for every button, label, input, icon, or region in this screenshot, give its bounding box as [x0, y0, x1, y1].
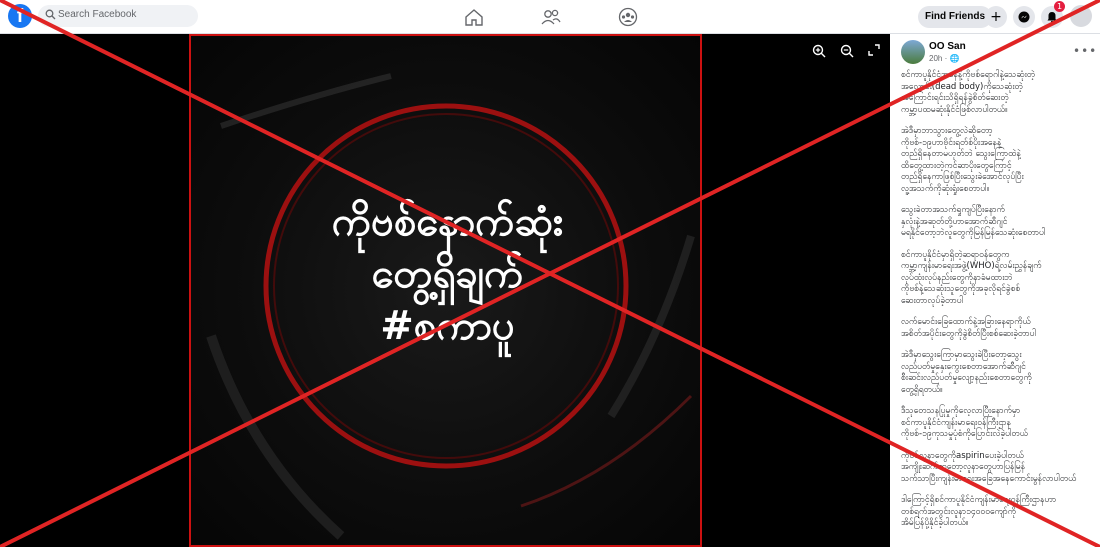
post-image[interactable]: ကိုဗစ်နောက်ဆုံး တွေ့ရှိချက် #စကာပူ — [189, 34, 702, 547]
post-sidebar: OO San 20h · 🌐 ••• စင်ကာပူနိုင်ငံအနေနဲ့က… — [890, 34, 1100, 547]
post-paragraph: စင်ကာပူနိုင်ငံမှာရှိတဲ့ဆရာဝန်တွေက ကမ္ဘာ့… — [901, 249, 1042, 306]
zoom-in-icon[interactable] — [812, 44, 826, 58]
home-icon[interactable] — [462, 6, 486, 28]
search-icon — [45, 9, 56, 20]
top-navigation-bar: f Search Facebook Find Friends + 1 — [0, 0, 1100, 34]
find-friends-button[interactable]: Find Friends — [918, 6, 992, 28]
post-text: စင်ကာပူနိုင်ငံအနေနဲ့ကိုဗစ်ရောဂါနဲ့သေဆုံး… — [901, 70, 1096, 540]
bell-icon — [1047, 12, 1057, 23]
author-name[interactable]: OO San — [929, 41, 966, 52]
post-timestamp[interactable]: 20h · 🌐 — [929, 54, 959, 63]
account-avatar[interactable] — [1070, 5, 1092, 27]
notification-count-badge: 1 — [1054, 1, 1065, 12]
image-headline: ကိုဗစ်နောက်ဆုံး တွေ့ရှိချက် #စကာပူ — [191, 196, 700, 352]
post-paragraph: စင်ကာပူနိုင်ငံအနေနဲ့ကိုဗစ်ရောဂါနဲ့သေဆုံး… — [901, 70, 1036, 115]
messenger-icon — [1018, 11, 1030, 23]
post-paragraph: ဒီသုတေသနပြုမှုကိုလေ့လာပြီးနောက်မှာ စင်ကာ… — [901, 406, 1028, 439]
post-paragraph: အဲဒီမှာသွေးကြောမှာသွေးခဲပြီးတော့သွေး လည်… — [901, 350, 1032, 395]
search-input[interactable]: Search Facebook — [58, 9, 136, 20]
groups-icon[interactable] — [616, 6, 640, 28]
facebook-logo-icon[interactable]: f — [8, 4, 32, 28]
headline-line-1: ကိုဗစ်နောက်ဆုံး — [331, 199, 564, 245]
post-paragraph: ဒါကြောင့်ရှိစင်ကာပူနိုင်ငံကျန်းမာရေးဝန်က… — [901, 495, 1057, 528]
post-paragraph: လက်မောင်းခြေထောက်နဲ့အခြားနေရာကိုယ် အစိတ်… — [901, 317, 1036, 339]
more-options-button[interactable]: ••• — [1073, 44, 1097, 58]
headline-line-3: #စကာပူ — [380, 303, 515, 349]
search-box[interactable]: Search Facebook — [38, 5, 198, 27]
messenger-button[interactable] — [1013, 6, 1035, 28]
post-paragraph: ကိုဗစ်လူနာတွေကိုaspirinပေးခဲ့ပါတယ် အကျို… — [901, 450, 1077, 484]
headline-line-2: တွေ့ရှိချက် — [371, 251, 524, 297]
create-button[interactable]: + — [985, 6, 1007, 28]
friends-icon[interactable] — [539, 6, 563, 28]
zoom-out-icon[interactable] — [840, 44, 854, 58]
post-paragraph: သွေးခဲတာအသက်ရှုကျပ်ပြီးနောက် နှလုံးနဲ့အဆ… — [901, 205, 1046, 238]
post-paragraph: အဲဒီမှာဘာသွားတွေ့လဲဆိုတော့ ကိုဗစ်-၁၉ဟာဗိ… — [901, 126, 1024, 194]
photo-viewer: ကိုဗစ်နောက်ဆုံး တွေ့ရှိချက် #စကာပူ — [0, 34, 890, 547]
fullscreen-icon[interactable] — [868, 44, 880, 56]
author-avatar[interactable] — [901, 40, 925, 64]
